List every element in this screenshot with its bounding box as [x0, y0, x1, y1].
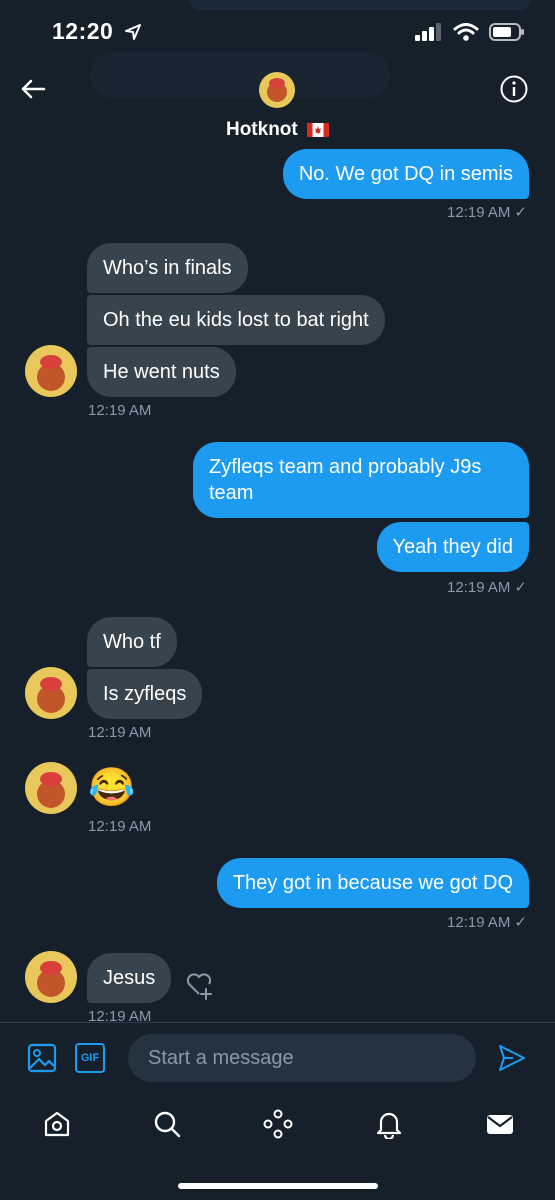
- back-button[interactable]: [18, 74, 48, 104]
- info-button[interactable]: [499, 74, 529, 104]
- incoming-message[interactable]: Jesus: [87, 953, 172, 1003]
- search-icon: [154, 1111, 181, 1138]
- incoming-message[interactable]: Who tf: [87, 617, 177, 667]
- react-button[interactable]: [184, 970, 216, 1002]
- home-icon: [44, 1111, 70, 1137]
- message-timestamp: 12:19 AM ✓: [447, 579, 527, 596]
- sent-check-icon: ✓: [514, 914, 527, 931]
- send-button[interactable]: [497, 1043, 527, 1073]
- background-message-blur: [90, 52, 390, 98]
- wifi-icon: [453, 23, 479, 41]
- status-time: 12:20: [52, 18, 142, 45]
- sent-check-icon: ✓: [514, 579, 527, 596]
- home-indicator: [178, 1183, 378, 1189]
- sender-avatar[interactable]: [25, 951, 77, 1003]
- messages-icon: [487, 1115, 513, 1134]
- cellular-signal-icon: [415, 23, 441, 41]
- outgoing-message[interactable]: Yeah they did: [376, 522, 529, 572]
- sent-check-icon: ✓: [514, 204, 527, 221]
- status-indicators: [415, 22, 525, 42]
- message-timestamp: 12:19 AM ✓: [447, 204, 527, 221]
- partial-header-shadow: [190, 0, 530, 10]
- notifications-icon: [376, 1112, 402, 1141]
- incoming-message[interactable]: Is zyfleqs: [87, 669, 203, 719]
- sender-avatar[interactable]: [25, 667, 77, 719]
- arrow-left-icon: [21, 79, 46, 99]
- outgoing-message[interactable]: They got in because we got DQ: [216, 858, 529, 908]
- battery-icon: [489, 23, 524, 41]
- outgoing-message[interactable]: Zyfleqs team and probably J9s team: [193, 442, 529, 518]
- nav-spaces[interactable]: [263, 1109, 293, 1139]
- media-button[interactable]: [27, 1043, 57, 1073]
- image-icon: [27, 1043, 57, 1073]
- message-input-container[interactable]: [128, 1034, 476, 1082]
- spaces-icon: [263, 1109, 293, 1139]
- message-timestamp: 12:19 AM ✓: [447, 914, 527, 931]
- incoming-message[interactable]: Who’s in finals: [87, 243, 248, 293]
- nav-notifications[interactable]: [374, 1109, 404, 1141]
- info-icon: [500, 75, 528, 103]
- emoji-message[interactable]: 😂: [88, 766, 135, 810]
- location-arrow-icon: [125, 24, 142, 40]
- message-timestamp: 12:19 AM: [88, 724, 152, 741]
- message-timestamp: 12:19 AM: [88, 818, 152, 835]
- incoming-message[interactable]: He went nuts: [87, 347, 236, 397]
- send-icon: [499, 1045, 525, 1071]
- contact-name[interactable]: Hotknot: [0, 119, 555, 141]
- canada-flag-icon: [307, 123, 330, 137]
- sender-avatar[interactable]: [25, 762, 77, 814]
- nav-search[interactable]: [152, 1109, 182, 1139]
- contact-avatar[interactable]: [259, 72, 295, 108]
- sender-avatar[interactable]: [25, 345, 77, 397]
- outgoing-message[interactable]: No. We got DQ in semis: [282, 149, 529, 199]
- message-timestamp: 12:19 AM: [88, 402, 152, 419]
- nav-messages[interactable]: [485, 1109, 515, 1139]
- nav-home[interactable]: [42, 1109, 72, 1139]
- heart-plus-icon: [186, 973, 212, 1000]
- message-input[interactable]: [128, 1034, 476, 1082]
- gif-button[interactable]: GIF: [75, 1043, 105, 1073]
- incoming-message[interactable]: Oh the eu kids lost to bat right: [87, 295, 385, 345]
